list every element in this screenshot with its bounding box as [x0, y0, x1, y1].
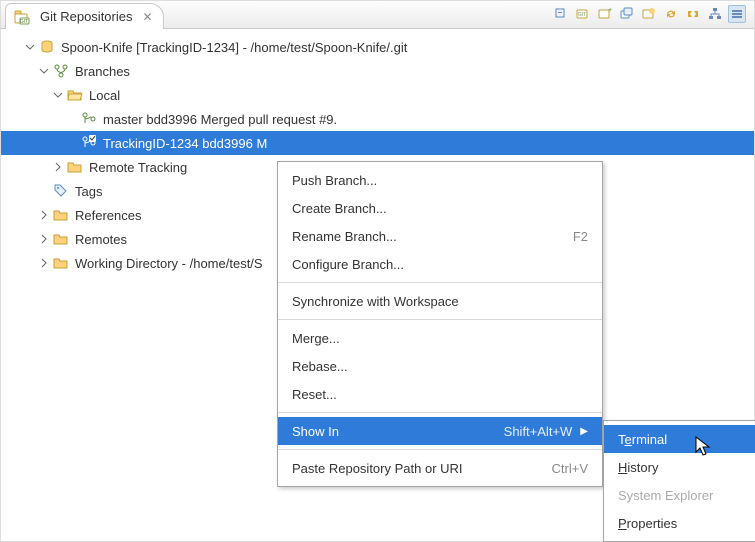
- menu-label: Paste Repository Path or URI: [292, 461, 463, 476]
- folder-open-icon: [67, 87, 83, 103]
- clone-repo-icon[interactable]: [618, 5, 636, 23]
- menu-label: Rename Branch...: [292, 229, 397, 244]
- checked-out-branch-icon: [81, 135, 97, 151]
- svg-text:+: +: [608, 7, 612, 14]
- submenu-history[interactable]: History: [604, 453, 755, 481]
- tree-label: Tags: [75, 184, 102, 199]
- menu-label: Push Branch...: [292, 173, 377, 188]
- menu-label: Reset...: [292, 387, 337, 402]
- menu-label: Configure Branch...: [292, 257, 404, 272]
- branch-icon: [81, 111, 97, 127]
- submenu-system-explorer: System Explorer: [604, 481, 755, 509]
- chevron-right-icon[interactable]: [51, 160, 65, 174]
- menu-synchronize[interactable]: Synchronize with Workspace: [278, 287, 602, 315]
- menu-push-branch[interactable]: Push Branch...: [278, 166, 602, 194]
- tree-label: Branches: [75, 64, 130, 79]
- tab-git-repositories[interactable]: GIT Git Repositories ✕: [5, 3, 164, 29]
- menu-shortcut: Ctrl+V: [552, 461, 588, 476]
- menu-separator: [278, 282, 602, 283]
- chevron-down-icon[interactable]: [23, 40, 37, 54]
- spacer: [65, 136, 79, 150]
- branches-icon: [53, 63, 69, 79]
- close-icon[interactable]: ✕: [142, 10, 152, 24]
- folder-icon: [53, 231, 69, 247]
- chevron-right-icon[interactable]: [37, 208, 51, 222]
- menu-separator: [278, 449, 602, 450]
- submenu-properties[interactable]: Properties: [604, 509, 755, 537]
- folder-icon: [53, 255, 69, 271]
- tree-branch-tracking[interactable]: TrackingID-1234 bdd3996 M: [1, 131, 754, 155]
- tab-label: Git Repositories: [40, 9, 132, 24]
- tree-label: Working Directory - /home/test/S: [75, 256, 263, 271]
- hierarchical-icon[interactable]: [706, 5, 724, 23]
- show-in-submenu: Terminal History System Explorer Propert…: [603, 420, 755, 542]
- menu-create-branch[interactable]: Create Branch...: [278, 194, 602, 222]
- tree-local[interactable]: Local: [1, 83, 754, 107]
- menu-label: Properties: [618, 516, 677, 531]
- tree-repo-root[interactable]: Spoon-Knife [TrackingID-1234] - /home/te…: [1, 35, 754, 59]
- tags-icon: [53, 183, 69, 199]
- tree-label: Local: [89, 88, 120, 103]
- refresh-icon[interactable]: [662, 5, 680, 23]
- tree-branch-master[interactable]: master bdd3996 Merged pull request #9.: [1, 107, 754, 131]
- submenu-arrow-icon: ▶: [580, 426, 588, 437]
- spacer: [37, 184, 51, 198]
- tree-label: Spoon-Knife [TrackingID-1234] - /home/te…: [61, 40, 407, 55]
- view-menu-icon[interactable]: [728, 5, 746, 23]
- chevron-down-icon[interactable]: [51, 88, 65, 102]
- menu-paste-uri[interactable]: Paste Repository Path or URI Ctrl+V: [278, 454, 602, 482]
- link-editor-icon[interactable]: GIT: [574, 5, 592, 23]
- tree-label: Remotes: [75, 232, 127, 247]
- menu-merge[interactable]: Merge...: [278, 324, 602, 352]
- folder-icon: [53, 207, 69, 223]
- tree-label: TrackingID-1234 bdd3996 M: [103, 136, 267, 151]
- menu-separator: [278, 412, 602, 413]
- svg-text:GIT: GIT: [578, 12, 586, 18]
- menu-separator: [278, 319, 602, 320]
- menu-label: Create Branch...: [292, 201, 387, 216]
- menu-label: Synchronize with Workspace: [292, 294, 459, 309]
- menu-show-in[interactable]: Show In Shift+Alt+W ▶: [278, 417, 602, 445]
- create-repo-icon[interactable]: [640, 5, 658, 23]
- svg-text:GIT: GIT: [20, 19, 28, 25]
- chevron-right-icon[interactable]: [37, 232, 51, 246]
- menu-configure-branch[interactable]: Configure Branch...: [278, 250, 602, 278]
- menu-label: Rebase...: [292, 359, 348, 374]
- menu-shortcut: F2: [573, 229, 588, 244]
- chevron-down-icon[interactable]: [37, 64, 51, 78]
- menu-label: Terminal: [618, 432, 667, 447]
- folder-icon: [67, 159, 83, 175]
- add-repo-icon[interactable]: +: [596, 5, 614, 23]
- tab-strip: GIT Git Repositories ✕ GIT +: [1, 1, 754, 29]
- git-view-icon: GIT: [14, 9, 30, 25]
- chevron-right-icon[interactable]: [37, 256, 51, 270]
- view-toolbar: GIT +: [552, 0, 754, 28]
- link-with-selection-icon[interactable]: [684, 5, 702, 23]
- tree-label: master bdd3996 Merged pull request #9.: [103, 112, 337, 127]
- menu-reset[interactable]: Reset...: [278, 380, 602, 408]
- menu-label: System Explorer: [618, 488, 713, 503]
- repo-icon: [39, 39, 55, 55]
- menu-shortcut: Shift+Alt+W: [504, 424, 573, 439]
- submenu-terminal[interactable]: Terminal: [604, 425, 755, 453]
- collapse-all-icon[interactable]: [552, 5, 570, 23]
- tree-label: Remote Tracking: [89, 160, 187, 175]
- tree-branches[interactable]: Branches: [1, 59, 754, 83]
- tree-label: References: [75, 208, 141, 223]
- menu-rename-branch[interactable]: Rename Branch... F2: [278, 222, 602, 250]
- menu-rebase[interactable]: Rebase...: [278, 352, 602, 380]
- spacer: [65, 112, 79, 126]
- menu-label: History: [618, 460, 658, 475]
- menu-label: Merge...: [292, 331, 340, 346]
- context-menu: Push Branch... Create Branch... Rename B…: [277, 161, 603, 487]
- menu-label: Show In: [292, 424, 339, 439]
